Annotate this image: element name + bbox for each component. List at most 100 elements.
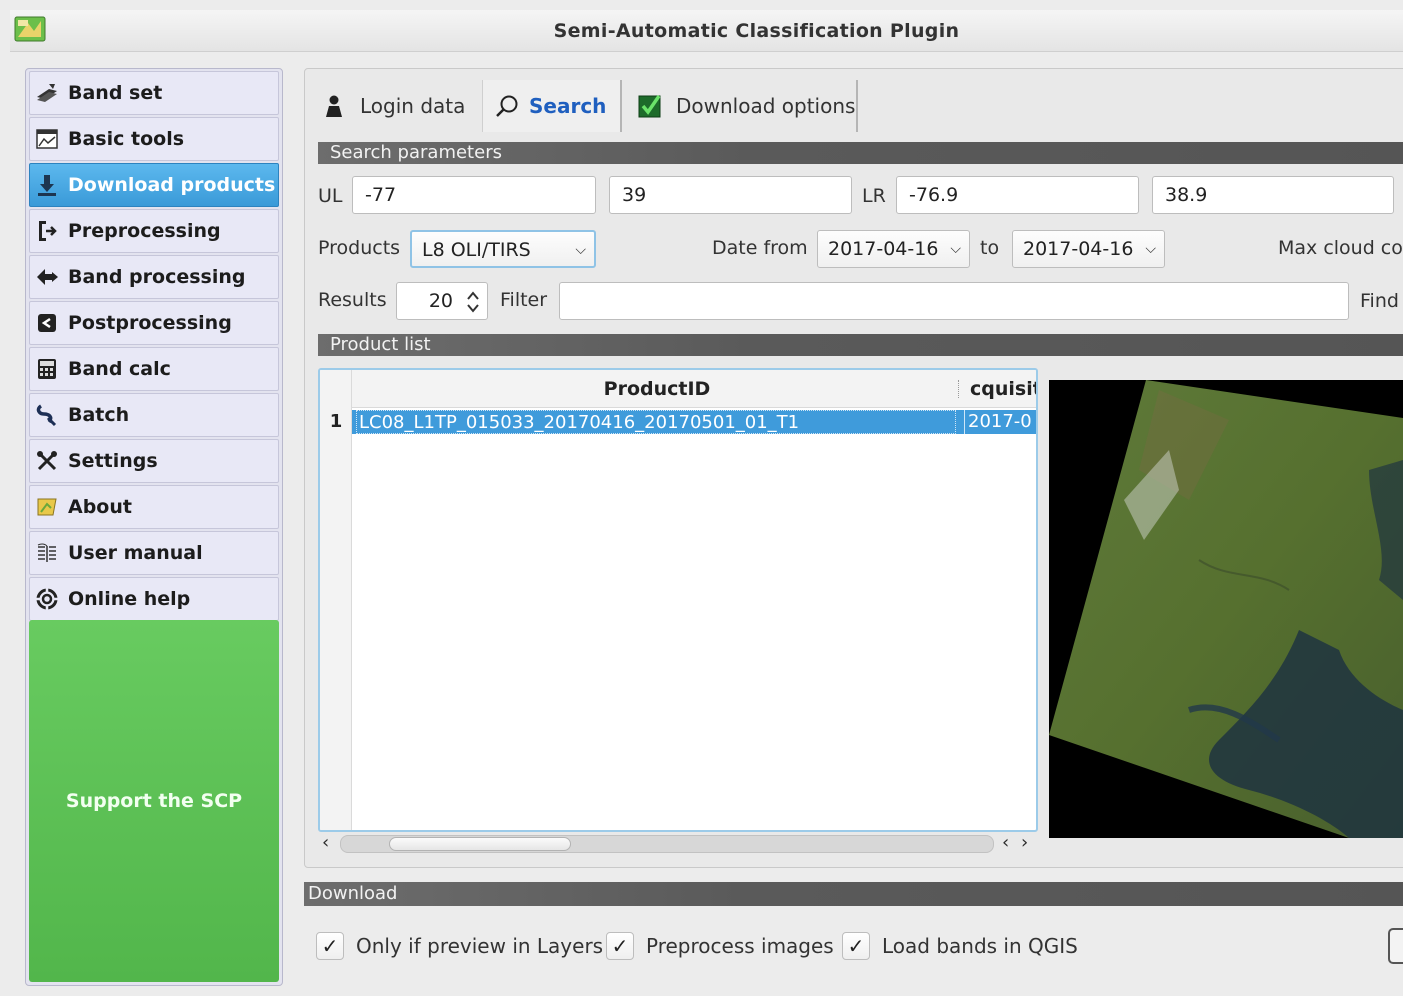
checkbox-label: Load bands in QGIS [882,934,1078,958]
satellite-image [1049,380,1403,838]
help-icon [36,588,58,610]
sidebar-item-band-set[interactable]: Band set [29,71,279,115]
lr-label: LR [862,185,886,207]
support-scp-button[interactable]: Support the SCP [29,620,279,982]
date-to-value: 2017-04-16 [1023,238,1134,260]
max-cloud-label: Max cloud co [1278,237,1403,259]
products-label: Products [318,237,401,259]
sidebar-item-postprocessing[interactable]: Postprocessing [29,301,279,345]
window-title: Semi-Automatic Classification Plugin [553,20,960,42]
find-button[interactable]: Find [1360,290,1399,312]
user-icon [326,95,342,117]
sidebar: Band set Basic tools Download products P… [25,68,283,986]
sidebar-item-band-processing[interactable]: Band processing [29,255,279,299]
spin-arrows-icon[interactable] [465,289,481,315]
preprocess-images-checkbox[interactable]: ✓ Preprocess images [606,930,834,962]
ul-x-input[interactable]: -77 [352,176,596,214]
scroll-left-icon[interactable]: ‹ [322,832,329,853]
batch-icon [36,404,57,427]
sidebar-item-basic-tools[interactable]: Basic tools [29,117,279,161]
sidebar-item-settings[interactable]: Settings [29,439,279,483]
load-bands-checkbox[interactable]: ✓ Load bands in QGIS [842,930,1078,962]
settings-icon [37,451,57,471]
chevron-down-icon: ⌵ [575,242,586,258]
search-icon [496,95,518,117]
sidebar-item-label: Preprocessing [68,220,221,242]
cell-acquisition: 2017-0 [964,410,1036,434]
horizontal-scrollbar[interactable]: ‹ ‹ › [318,832,1038,856]
column-header-productid[interactable]: ProductID [352,370,962,408]
checkbox-label: Only if preview in Layers [356,934,604,958]
tab-search[interactable]: Search [482,80,622,132]
table-header: ProductID cquisit [320,370,1036,408]
about-icon [37,498,57,516]
table-row[interactable]: LC08_L1TP_015033_20170416_20170501_01_T1… [352,410,1036,434]
row-number-gutter [320,370,352,830]
sidebar-item-label: User manual [68,542,203,564]
sidebar-item-user-manual[interactable]: User manual [29,531,279,575]
download-section-header: Download [304,882,1403,906]
check-icon: ✓ [606,932,634,960]
date-from-label: Date from [712,237,808,259]
search-parameters-header: Search parameters [318,142,1403,164]
scroll-right-icon[interactable]: › [1021,832,1028,853]
sidebar-item-label: Settings [68,450,158,472]
results-label: Results [318,289,387,311]
filter-label: Filter [500,289,548,311]
support-label: Support the SCP [65,790,243,812]
cell-product-id: LC08_L1TP_015033_20170416_20170501_01_T1 [356,410,956,434]
lr-x-input[interactable]: -76.9 [896,176,1139,214]
check-icon: ✓ [842,932,870,960]
date-from-select[interactable]: 2017-04-16 ⌵ [817,230,970,268]
sidebar-item-label: Band processing [68,266,246,288]
sidebar-item-label: About [68,496,132,518]
column-divider [958,380,960,398]
tab-label: Search [529,94,607,118]
product-list-header: Product list [318,334,1403,356]
lr-y-input[interactable]: 38.9 [1152,176,1394,214]
tab-download-options[interactable]: Download options [626,80,858,132]
band-processing-icon [37,269,58,285]
sidebar-item-online-help[interactable]: Online help [29,577,279,621]
sidebar-item-label: Postprocessing [68,312,232,334]
products-select[interactable]: L8 OLI/TIRS ⌵ [410,230,596,268]
sidebar-item-label: Online help [68,588,191,610]
preprocessing-icon [39,221,57,241]
chevron-down-icon: ⌵ [950,241,961,257]
sidebar-item-about[interactable]: About [29,485,279,529]
manual-icon [37,543,56,562]
preview-image[interactable] [1049,380,1403,838]
results-spinbox[interactable]: 20 [396,282,488,320]
checkbox-label: Preprocess images [646,934,834,958]
tab-login-data[interactable]: Login data [314,80,480,132]
sidebar-item-batch[interactable]: Batch [29,393,279,437]
calculator-icon [38,359,56,379]
postprocessing-icon [38,314,56,332]
title-bar: Semi-Automatic Classification Plugin [10,10,1403,52]
download-icon [38,175,56,196]
filter-input[interactable] [559,282,1349,320]
sidebar-item-preprocessing[interactable]: Preprocessing [29,209,279,253]
run-button[interactable] [1388,928,1403,964]
sidebar-item-band-calc[interactable]: Band calc [29,347,279,391]
date-to-label: to [980,237,1000,259]
date-to-select[interactable]: 2017-04-16 ⌵ [1012,230,1165,268]
product-table[interactable]: ProductID cquisit 1 LC08_L1TP_015033_201… [318,368,1038,832]
only-preview-checkbox[interactable]: ✓ Only if preview in Layers [316,930,603,962]
sidebar-item-label: Band set [68,82,163,104]
basic-tools-icon [36,129,58,149]
band-set-icon [37,84,57,102]
scroll-left-icon[interactable]: ‹ [1002,832,1009,853]
check-icon: ✓ [316,932,344,960]
products-select-value: L8 OLI/TIRS [422,239,531,261]
results-value: 20 [428,290,453,312]
ul-y-input[interactable]: 39 [609,176,852,214]
sidebar-item-label: Download products [68,174,276,196]
sidebar-item-label: Band calc [68,358,171,380]
sidebar-item-download-products[interactable]: Download products [29,163,279,207]
sidebar-item-label: Batch [68,404,130,426]
column-header-acquisition[interactable]: cquisit [970,370,1036,408]
scroll-track[interactable] [340,835,994,853]
scroll-thumb[interactable] [389,837,571,851]
date-from-value: 2017-04-16 [828,238,939,260]
